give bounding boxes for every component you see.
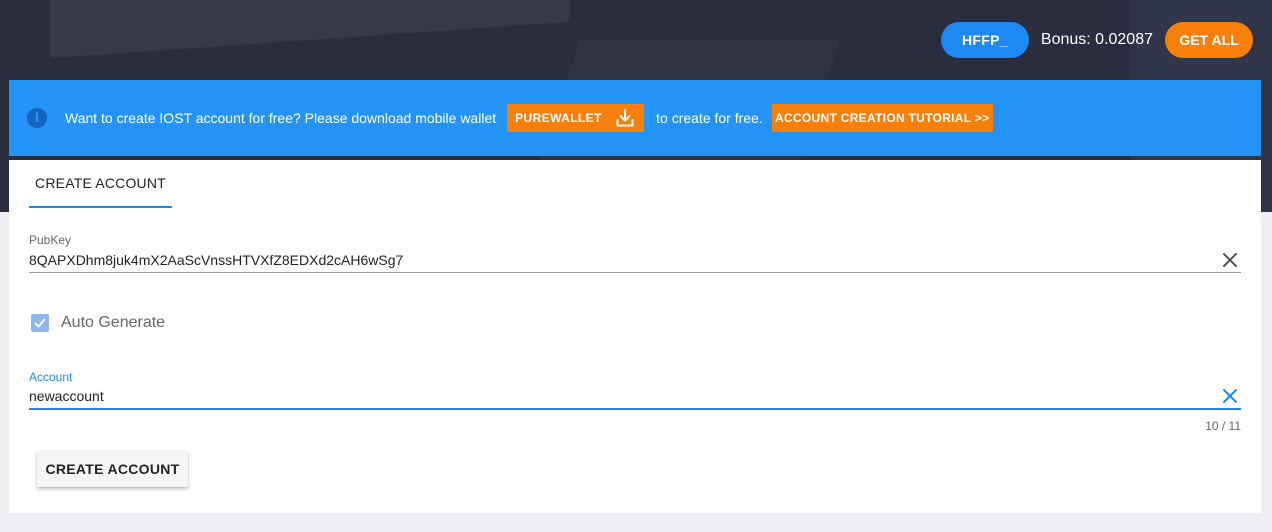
pubkey-input[interactable]: 8QAPXDhm8juk4mX2AaScVnssHTVXfZ8EDXd2cAH6…	[29, 252, 403, 268]
create-account-card: CREATE ACCOUNT PubKey 8QAPXDhm8juk4mX2Aa…	[9, 160, 1261, 513]
pubkey-label: PubKey	[29, 233, 72, 247]
create-account-button[interactable]: CREATE ACCOUNT	[37, 451, 188, 487]
get-all-button[interactable]: GET ALL	[1165, 22, 1253, 58]
auto-generate-label: Auto Generate	[61, 314, 166, 331]
info-banner: i Want to create IOST account for free? …	[9, 80, 1261, 156]
pubkey-input-row: 8QAPXDhm8juk4mX2AaScVnssHTVXfZ8EDXd2cAH6…	[29, 247, 1241, 273]
character-counter: 10 / 11	[1205, 419, 1241, 433]
account-input[interactable]: newaccount	[29, 388, 104, 404]
purewallet-label: PUREWALLET	[515, 111, 602, 125]
account-field: Account newaccount	[29, 370, 1241, 410]
tab-create-account[interactable]: CREATE ACCOUNT	[29, 160, 172, 208]
download-icon	[616, 109, 634, 127]
pubkey-field: PubKey 8QAPXDhm8juk4mX2AaScVnssHTVXfZ8ED…	[29, 233, 1241, 273]
auto-generate-option[interactable]: Auto Generate	[31, 314, 165, 332]
close-icon[interactable]	[1221, 387, 1239, 405]
account-tutorial-button[interactable]: ACCOUNT CREATION TUTORIAL >>	[771, 104, 993, 132]
account-label: Account	[29, 370, 73, 384]
header-decoration	[50, 0, 570, 59]
account-input-row: newaccount	[29, 384, 1241, 410]
banner-text-suffix: to create for free.	[656, 110, 763, 126]
banner-text: Want to create IOST account for free? Pl…	[65, 110, 497, 126]
bonus-balance: Bonus: 0.02087	[1040, 31, 1153, 48]
info-circle-icon: i	[27, 108, 47, 128]
auto-generate-checkbox[interactable]	[31, 314, 49, 332]
user-account-button[interactable]: HFFP_	[940, 22, 1029, 58]
purewallet-download-button[interactable]: PUREWALLET	[507, 104, 645, 132]
close-icon[interactable]	[1221, 251, 1239, 269]
check-icon	[34, 318, 46, 328]
top-bar: HFFP_ Bonus: 0.02087 GET ALL	[940, 22, 1253, 58]
